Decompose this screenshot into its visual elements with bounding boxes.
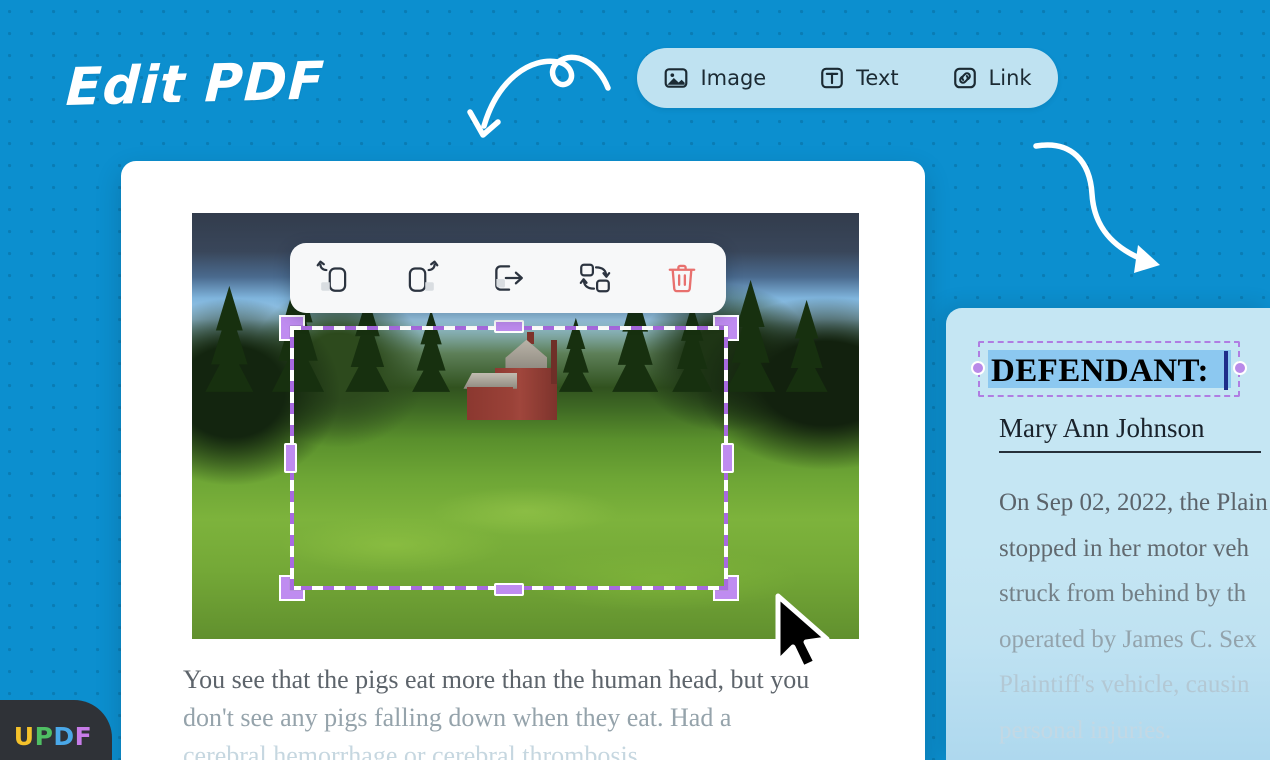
resize-handle-top-center[interactable] — [494, 320, 524, 333]
image-context-toolbar — [290, 243, 726, 313]
defendant-name: Mary Ann Johnson — [999, 413, 1205, 443]
rotate-right-icon — [403, 260, 439, 296]
document-paragraph: You see that the pigs eat more than the … — [183, 661, 883, 760]
selected-text-box[interactable]: DEFENDANT: — [978, 341, 1240, 397]
side-document-panel: DEFENDANT: Mary Ann Johnson On Sep 02, 2… — [946, 308, 1270, 760]
selected-heading-label: DEFENDANT: — [991, 353, 1209, 389]
text-handle-right[interactable] — [1233, 361, 1247, 375]
side-paragraph-line-5: Plaintiff's vehicle, causin — [999, 671, 1250, 698]
resize-handle-middle-right[interactable] — [721, 443, 734, 473]
document-paragraph-line-2: don't see any pigs falling down when the… — [183, 703, 732, 732]
delete-button[interactable] — [655, 254, 709, 302]
side-paragraph-line-4: operated by James C. Sex — [999, 625, 1257, 653]
updf-wordmark: UPDF — [14, 722, 92, 751]
replace-icon — [577, 260, 613, 296]
trash-icon — [664, 260, 700, 296]
image-selection-frame[interactable] — [279, 315, 739, 601]
text-icon — [819, 65, 845, 91]
updf-letter-p: P — [34, 721, 54, 751]
side-paragraph-line-6: personal injuries. — [999, 716, 1172, 744]
resize-handle-bottom-center[interactable] — [494, 583, 524, 596]
document-paragraph-line-3: cerebral hemorrhage or cerebral thrombos… — [183, 741, 645, 760]
side-panel-paragraph: On Sep 02, 2022, the Plain stopped in he… — [999, 480, 1270, 753]
rotate-left-icon — [316, 260, 352, 296]
side-paragraph-line-3: struck from behind by th — [999, 580, 1247, 607]
s-curve-arrow-down-right-icon — [1033, 142, 1160, 273]
document-paragraph-line-1: You see that the pigs eat more than the … — [183, 665, 810, 694]
text-handle-left[interactable] — [971, 361, 985, 375]
tab-link-label: Link — [988, 66, 1032, 90]
page-title: Edit PDF — [64, 51, 327, 118]
updf-letter-f: F — [74, 721, 93, 751]
name-underline — [999, 451, 1261, 453]
tab-text[interactable]: Text — [811, 61, 906, 95]
updf-letter-d: D — [53, 721, 75, 751]
text-caret — [1224, 351, 1228, 390]
tab-image-label: Image — [700, 66, 767, 90]
tab-text-label: Text — [856, 66, 899, 90]
resize-handle-middle-left[interactable] — [284, 443, 297, 473]
extract-icon — [490, 260, 526, 296]
side-paragraph-line-1: On Sep 02, 2022, the Plain — [999, 489, 1268, 516]
tab-image[interactable]: Image — [655, 61, 774, 95]
edit-mode-tabbar: Image Text Link — [637, 48, 1058, 108]
rotate-right-button[interactable] — [394, 254, 448, 302]
image-icon — [663, 65, 689, 91]
updf-letter-u: U — [13, 721, 35, 751]
extract-button[interactable] — [481, 254, 535, 302]
link-icon — [952, 65, 978, 91]
side-paragraph-line-2: stopped in her motor veh — [999, 534, 1249, 562]
rotate-left-button[interactable] — [307, 254, 361, 302]
replace-button[interactable] — [568, 254, 622, 302]
curly-arrow-down-left-icon — [467, 54, 611, 138]
updf-logo-badge: UPDF — [0, 700, 112, 760]
app-stage: Edit PDF Image Text Link You see that th… — [0, 0, 1270, 760]
tab-link[interactable]: Link — [944, 61, 1040, 95]
